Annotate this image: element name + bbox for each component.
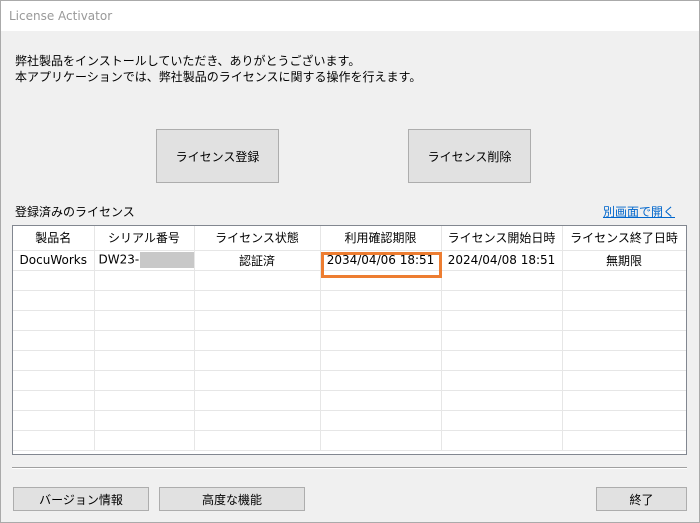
- redacted-block: [140, 252, 193, 268]
- column-header-start[interactable]: ライセンス開始日時: [441, 226, 563, 251]
- table-row[interactable]: DocuWorks DW23- 認証済 2034/04/06 18:51 202…: [13, 250, 686, 271]
- exit-button[interactable]: 終了: [596, 487, 687, 511]
- serial-text: DW23-: [98, 252, 140, 267]
- table-header-row: 製品名 シリアル番号 ライセンス状態 利用確認期限 ライセンス開始日時 ライセン…: [13, 226, 686, 251]
- license-activator-window: License Activator 弊社製品をインストールしていただき、ありがと…: [0, 0, 700, 523]
- window-title: License Activator: [1, 1, 699, 31]
- table-row: [13, 330, 686, 351]
- intro-line-1: 弊社製品をインストールしていただき、ありがとうございます。: [15, 54, 361, 68]
- cell-end: 無期限: [562, 250, 686, 271]
- table-row: [13, 350, 686, 371]
- cell-start: 2024/04/08 18:51: [441, 250, 563, 271]
- cell-product: DocuWorks: [13, 250, 95, 271]
- column-header-serial[interactable]: シリアル番号: [94, 226, 195, 251]
- table-row: [13, 310, 686, 331]
- table-row: [13, 430, 686, 451]
- column-header-product[interactable]: 製品名: [13, 226, 95, 251]
- registered-licenses-label: 登録済みのライセンス: [15, 205, 135, 219]
- column-header-confirm-deadline[interactable]: 利用確認期限: [320, 226, 442, 251]
- intro-text: 弊社製品をインストールしていただき、ありがとうございます。 本アプリケーションで…: [15, 53, 421, 85]
- table-row: [13, 270, 686, 291]
- table-row: [13, 290, 686, 311]
- delete-license-button[interactable]: ライセンス削除: [408, 129, 531, 183]
- intro-line-2: 本アプリケーションでは、弊社製品のライセンスに関する操作を行えます。: [15, 70, 422, 84]
- advanced-features-button[interactable]: 高度な機能: [159, 487, 305, 511]
- cell-status: 認証済: [194, 250, 321, 271]
- column-header-end[interactable]: ライセンス終了日時: [562, 226, 686, 251]
- cell-serial: DW23-: [94, 250, 195, 271]
- table-row: [13, 370, 686, 391]
- footer-separator: [12, 467, 687, 469]
- cell-confirm-deadline: 2034/04/06 18:51: [320, 250, 442, 271]
- open-in-separate-window-link[interactable]: 別画面で開く: [603, 203, 675, 220]
- table-row: [13, 410, 686, 431]
- register-license-button[interactable]: ライセンス登録: [156, 129, 279, 183]
- table-row: [13, 390, 686, 411]
- version-info-button[interactable]: バージョン情報: [13, 487, 149, 511]
- column-header-status[interactable]: ライセンス状態: [194, 226, 321, 251]
- license-table[interactable]: 製品名 シリアル番号 ライセンス状態 利用確認期限 ライセンス開始日時 ライセン…: [12, 225, 687, 455]
